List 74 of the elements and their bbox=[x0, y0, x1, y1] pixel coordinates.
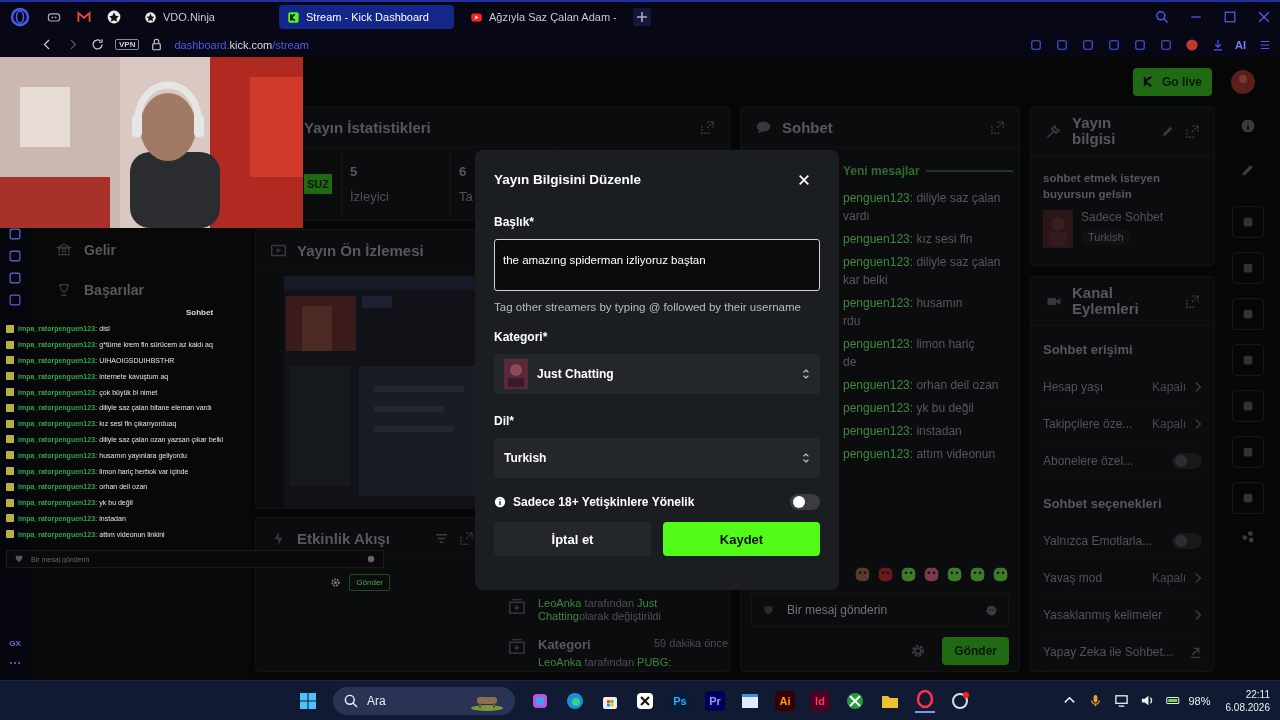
panel-title: Sohbet bbox=[782, 118, 833, 136]
section-title: Sohbet erişimi bbox=[1043, 341, 1134, 359]
chat-message: kar belki bbox=[843, 273, 889, 287]
chat-message: penguen123: diliyle saz çalan bbox=[843, 255, 1002, 269]
setting-label: Yapay Zeka ile Sohbet... bbox=[1043, 645, 1173, 659]
chat-message: penguen123: attım videonun bbox=[843, 447, 997, 461]
title-input[interactable]: the amazıng spiderman izliyoruz baştan bbox=[494, 239, 820, 291]
setting-label: Yalnızca Emotlarla... bbox=[1043, 534, 1153, 548]
clock-date[interactable]: 6.08.2026 bbox=[1225, 701, 1270, 713]
event-time: 59 dakika önce bbox=[654, 637, 728, 651]
setting-value: Kapalı bbox=[1151, 417, 1186, 431]
address-bar[interactable]: dashboard.kick.com/stream bbox=[174, 38, 309, 51]
panel-title: Etkinlik Akışı bbox=[297, 529, 390, 547]
panel-title: Yayın bilgisi bbox=[1072, 115, 1117, 147]
language-select[interactable]: Turkish bbox=[494, 438, 820, 478]
event-text: LeoAnka tarafından Just Chattingolarak değiştirildi bbox=[538, 597, 662, 623]
chat-message: penguen123: orhan deil ozan bbox=[843, 378, 1000, 392]
chat-message: vardı bbox=[843, 209, 871, 223]
chat-message: rdu bbox=[843, 314, 862, 328]
app-icon[interactable]: Ai bbox=[775, 690, 795, 711]
panel-title: Yayın İstatistikleri bbox=[304, 118, 431, 136]
ai-button[interactable]: AI bbox=[1235, 38, 1246, 51]
chat-message: penguen123: kız sesi fln bbox=[843, 232, 974, 246]
toggle-label: Sadece 18+ Yetişkinlere Yönelik bbox=[513, 495, 695, 509]
setting-label: Yasaklanmış kelimeler bbox=[1043, 608, 1163, 622]
stat-label: Ta bbox=[459, 189, 474, 204]
chat-message: penguen123: diliyle saz çalan bbox=[843, 191, 1002, 205]
vpn-badge[interactable]: VPN bbox=[115, 39, 140, 50]
chat-title: Sohbet bbox=[186, 308, 214, 317]
gx-button[interactable]: GX bbox=[9, 639, 21, 648]
field-label: Kategori* bbox=[494, 330, 548, 344]
status-badge: SUZ bbox=[304, 174, 332, 194]
stream-title: sohbet etmek isteyen buyursun gelsin bbox=[1043, 171, 1161, 202]
event-text: LeoAnka tarafından PUBG: bbox=[538, 656, 673, 669]
taskbar-search[interactable]: Ara bbox=[333, 686, 515, 715]
app-icon[interactable]: Pr bbox=[705, 690, 725, 711]
app-icon[interactable]: Ps bbox=[670, 690, 690, 711]
setting-value: Kapalı bbox=[1151, 380, 1186, 394]
setting-value: Kapalı bbox=[1151, 571, 1186, 585]
battery-level: 98% bbox=[1188, 694, 1211, 707]
category-select[interactable]: Just Chatting bbox=[494, 354, 820, 394]
browser-tab[interactable]: Ağzıyla Saz Çalan Adam - bbox=[462, 5, 625, 29]
category-name: Sadece Sohbet bbox=[1081, 210, 1164, 224]
section-title: Sohbet seçenekleri bbox=[1043, 495, 1163, 513]
chat-message: penguen123: limon hariç bbox=[843, 337, 976, 351]
setting-label: Hesap yaşı bbox=[1043, 380, 1104, 394]
setting-label: Takipçilere öze... bbox=[1043, 417, 1133, 431]
field-hint: Tag other streamers by typing @ followed by their username bbox=[494, 300, 802, 315]
setting-label: Abonelere özel... bbox=[1043, 454, 1134, 468]
chat-message: penguen123: instadan bbox=[843, 424, 963, 438]
stat-label: İzleyici bbox=[350, 189, 390, 204]
panel-title: Yayın Ön İzlemesi bbox=[297, 241, 424, 259]
setting-label: Yavaş mod bbox=[1043, 571, 1103, 585]
message-input[interactable]: Bir mesaj gönderin bbox=[785, 602, 975, 618]
new-messages-divider: Yeni mesajlar bbox=[843, 164, 920, 178]
clock-time[interactable]: 22:11 bbox=[1245, 688, 1270, 700]
panel-title: Kanal Eylemleri bbox=[1072, 285, 1140, 317]
browser-tab[interactable]: VDO.Ninja bbox=[136, 5, 271, 29]
browser-tab[interactable]: Stream - Kick Dashboard bbox=[279, 5, 454, 29]
chat-input[interactable]: Bir mesaj gönderin bbox=[751, 593, 1009, 627]
chat-message: penguen123: husamın bbox=[843, 296, 964, 310]
save-button[interactable]: Kaydet bbox=[663, 522, 820, 556]
language-tag: Turkish bbox=[1081, 229, 1131, 245]
event-title: Kategori bbox=[538, 637, 591, 652]
field-label: Dil* bbox=[494, 414, 514, 428]
stat-value: 5 bbox=[350, 164, 359, 179]
dialog-title: Yayın Bilgisini Düzenle bbox=[494, 172, 642, 187]
chat-message: de bbox=[843, 355, 858, 369]
cancel-button[interactable]: İptal et bbox=[494, 522, 651, 556]
stat-value: 6 bbox=[459, 164, 468, 179]
send-button[interactable]: Gönder bbox=[349, 574, 390, 592]
field-label: Başlık* bbox=[494, 215, 535, 229]
app-icon[interactable]: Id bbox=[810, 690, 830, 711]
chat-message: penguen123: yk bu değil bbox=[843, 401, 975, 415]
